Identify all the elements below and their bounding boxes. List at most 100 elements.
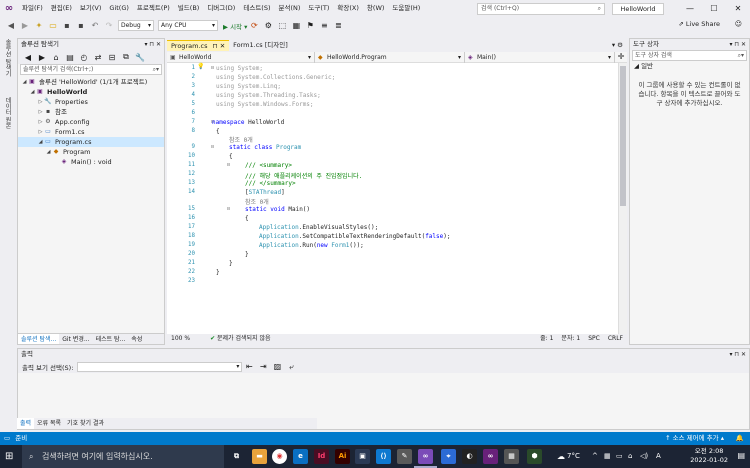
- tab-properties[interactable]: 속성: [128, 334, 145, 344]
- save-icon[interactable]: ▪: [62, 21, 72, 31]
- weather-icon[interactable]: ☁: [557, 452, 565, 461]
- illustrator-icon[interactable]: Ai: [335, 449, 350, 464]
- battery-icon[interactable]: ▭: [616, 452, 623, 460]
- expander-icon[interactable]: ◢: [45, 147, 52, 157]
- issues-indicator[interactable]: ✔ 문제가 검색되지 않음: [206, 334, 274, 344]
- menu-item[interactable]: Git(G): [105, 0, 133, 17]
- properties-icon[interactable]: 🔧: [135, 52, 145, 62]
- toolbox-group-general[interactable]: ◢ 일반: [630, 61, 749, 71]
- tree-item[interactable]: ▷ ▭ Form1.cs: [18, 127, 164, 137]
- tree-item[interactable]: ◢ ▣ 솔루션 'HelloWorld' (1/1개 프로젝트): [18, 77, 164, 87]
- find-prev-icon[interactable]: ⇤: [244, 362, 254, 372]
- expander-icon[interactable]: ▷: [37, 117, 44, 127]
- indesign-icon[interactable]: Id: [314, 449, 329, 464]
- notification-center-icon[interactable]: ▤: [737, 451, 745, 460]
- tree-item[interactable]: ◈ Main() : void: [18, 157, 164, 167]
- edge-icon[interactable]: e: [293, 449, 308, 464]
- chrome-icon[interactable]: ◉: [272, 449, 287, 464]
- clear-all-icon[interactable]: ▨: [272, 362, 282, 372]
- volume-icon[interactable]: ◁): [640, 452, 648, 460]
- feedback-icon[interactable]: ☺: [735, 20, 742, 28]
- tray-overflow-icon[interactable]: ^: [592, 452, 598, 460]
- layout-icon[interactable]: ▦: [291, 21, 301, 31]
- menu-item[interactable]: 도구(T): [304, 0, 333, 17]
- menu-item[interactable]: 프로젝트(P): [133, 0, 174, 17]
- github-icon[interactable]: ◐: [462, 449, 477, 464]
- task-view-icon[interactable]: ⧉: [229, 449, 244, 464]
- start-button[interactable]: ▶ 시작 ▾: [223, 21, 247, 31]
- tree-item[interactable]: ◢ ▭ Program.cs: [18, 137, 164, 147]
- menu-item[interactable]: 파일(F): [18, 0, 47, 17]
- comment-icon[interactable]: ≡: [319, 21, 329, 31]
- sync-icon[interactable]: ⇄: [93, 52, 103, 62]
- panel-controls[interactable]: ▾ ⊓ ✕: [729, 39, 746, 50]
- live-share-button[interactable]: ⇗ Live Share: [678, 20, 720, 28]
- tree-item[interactable]: ▷ ▪ 참조: [18, 107, 164, 117]
- tray-icon-1[interactable]: ▦: [604, 452, 611, 460]
- expander-icon[interactable]: ▷: [37, 127, 44, 137]
- type-select[interactable]: ◆ HelloWorld.Program ▾: [315, 52, 465, 63]
- pin-icon[interactable]: ⊓: [213, 42, 218, 50]
- notifications-icon[interactable]: 🔔: [736, 432, 744, 445]
- close-button[interactable]: ✕: [726, 0, 750, 17]
- solution-explorer-search[interactable]: 솔루션 탐색기 검색(Ctrl+;) ⌕▾: [20, 64, 162, 75]
- switch-views-icon[interactable]: ▤: [65, 52, 75, 62]
- tab-test-explorer[interactable]: 테스트 탐...: [93, 334, 129, 344]
- output-source-select[interactable]: ▾: [77, 361, 243, 372]
- menu-item[interactable]: 확장(X): [333, 0, 363, 17]
- home-icon[interactable]: ⌂: [51, 52, 61, 62]
- tree-item[interactable]: ▷ 🔧 Properties: [18, 97, 164, 107]
- tree-item[interactable]: ◢ ◆ Program: [18, 147, 164, 157]
- expander-icon[interactable]: ▷: [37, 107, 44, 117]
- taskbar-search-input[interactable]: ⌕ 검색하려면 여기에 입력하십시오.: [22, 445, 224, 468]
- menu-item[interactable]: 보기(V): [76, 0, 105, 17]
- collapse-all-icon[interactable]: ⊟: [107, 52, 117, 62]
- hot-reload-icon[interactable]: ⟳: [249, 21, 259, 31]
- open-icon[interactable]: ▭: [48, 21, 58, 31]
- find-next-icon[interactable]: ⇥: [258, 362, 268, 372]
- new-item-icon[interactable]: ✦: [34, 21, 44, 31]
- menu-item[interactable]: 창(W): [363, 0, 388, 17]
- save-all-icon[interactable]: ▪: [76, 21, 86, 31]
- close-tab-icon[interactable]: ✕: [220, 42, 225, 50]
- code-editor[interactable]: 1 2 3 4 5 6 7 8 9 10 11 12 13 14 15 16 17 18 19 20 21 22 23 💡 …: [167, 63, 627, 334]
- expander-icon[interactable]: ◢: [21, 77, 28, 87]
- app-icon[interactable]: ▣: [355, 449, 370, 464]
- tab-form1-designer[interactable]: Form1.cs [디자인]: [229, 40, 292, 51]
- menu-item[interactable]: 분석(N): [275, 0, 305, 17]
- split-icon[interactable]: ✛: [615, 52, 627, 62]
- toolbox-search[interactable]: 도구 상자 검색 ⌕▾: [632, 50, 747, 61]
- maps-icon[interactable]: ⌖: [441, 449, 456, 464]
- tree-item[interactable]: ▷ ⚙ App.config: [18, 117, 164, 127]
- menu-item[interactable]: 도움말(H): [388, 0, 424, 17]
- pending-changes-icon[interactable]: ◴: [79, 52, 89, 62]
- back-icon[interactable]: ◀: [6, 21, 16, 31]
- network-icon[interactable]: ⌂: [628, 452, 632, 460]
- platform-select[interactable]: Any CPU ▾: [158, 20, 218, 31]
- tab-overflow-icon[interactable]: ▾ ⚙: [612, 40, 627, 51]
- vtab-solution-explorer[interactable]: 솔루션 탐색기: [3, 39, 12, 77]
- forward-icon[interactable]: ▶: [37, 52, 47, 62]
- back-icon[interactable]: ◀: [23, 52, 33, 62]
- expander-icon[interactable]: ▷: [37, 97, 44, 107]
- notepad-icon[interactable]: ✎: [397, 449, 412, 464]
- visual-studio-2-icon[interactable]: ∞: [483, 449, 498, 464]
- configuration-select[interactable]: Debug ▾: [118, 20, 154, 31]
- panel-controls[interactable]: ▾ ⊓ ✕: [729, 349, 746, 360]
- show-all-files-icon[interactable]: ⧉: [121, 52, 131, 62]
- tab-find-symbol-results[interactable]: 기호 찾기 결과: [64, 418, 107, 429]
- app-2-icon[interactable]: ⬢: [527, 449, 542, 464]
- vscode-icon[interactable]: ⟨⟩: [376, 449, 391, 464]
- menu-item[interactable]: 편집(E): [47, 0, 76, 17]
- tab-output[interactable]: 출력: [17, 418, 35, 429]
- expander-icon[interactable]: ◢: [29, 87, 36, 97]
- zoom-level[interactable]: 100 %: [167, 334, 194, 344]
- clock[interactable]: 오전 2:08 2022-01-02: [690, 447, 728, 465]
- windows-start-icon[interactable]: ⊞: [5, 451, 13, 462]
- word-wrap-icon[interactable]: ⤶: [286, 362, 296, 372]
- file-explorer-icon[interactable]: ▬: [252, 449, 267, 464]
- browser-link-icon[interactable]: ⬚: [277, 21, 287, 31]
- bookmark-icon[interactable]: ⚑: [305, 21, 315, 31]
- minimize-button[interactable]: —: [678, 0, 702, 17]
- add-to-source-control-button[interactable]: ↑ 소스 제어에 추가 ▴: [665, 432, 724, 445]
